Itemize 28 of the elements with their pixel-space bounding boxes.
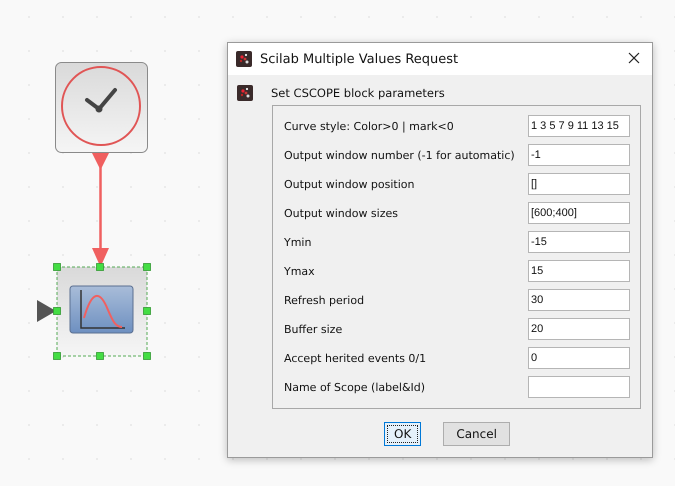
field-label: Name of Scope (label&Id)	[284, 380, 426, 394]
scope-block[interactable]	[53, 263, 151, 360]
input-field[interactable]: 30	[528, 289, 630, 311]
input-field[interactable]: -1	[528, 144, 630, 166]
field-label: Curve style: Color>0 | mark<0	[284, 120, 454, 132]
input-field[interactable]: 1 3 5 7 9 11 13 15	[528, 115, 630, 137]
field-label: Output window number (-1 for automatic)	[284, 148, 515, 162]
field-label: Output window position	[284, 178, 415, 190]
field-label: Output window sizes	[284, 206, 398, 220]
input-field[interactable]: 20	[528, 318, 630, 340]
scilab-logo-icon	[236, 51, 252, 67]
input-field[interactable]: -15	[528, 231, 630, 253]
ok-button[interactable]: OK	[384, 422, 422, 446]
input-field[interactable]: 15	[528, 260, 630, 282]
input-field[interactable]: 0	[528, 347, 630, 369]
clock-block[interactable]	[55, 62, 148, 153]
dialog-heading: Set CSCOPE block parameters	[271, 86, 445, 100]
field-label: Ymax	[284, 264, 315, 278]
input-field[interactable]	[528, 376, 630, 398]
field-label: Refresh period	[284, 294, 364, 306]
field-label: Accept herited events 0/1	[284, 352, 426, 364]
scilab-logo-icon	[237, 85, 253, 101]
field-label: Buffer size	[284, 322, 342, 336]
input-field[interactable]: [600;400]	[528, 202, 630, 224]
field-label: Ymin	[284, 236, 312, 248]
window-title: Scilab Multiple Values Request	[260, 52, 460, 66]
cancel-button[interactable]: Cancel	[443, 422, 510, 446]
input-field[interactable]: []	[528, 173, 630, 195]
